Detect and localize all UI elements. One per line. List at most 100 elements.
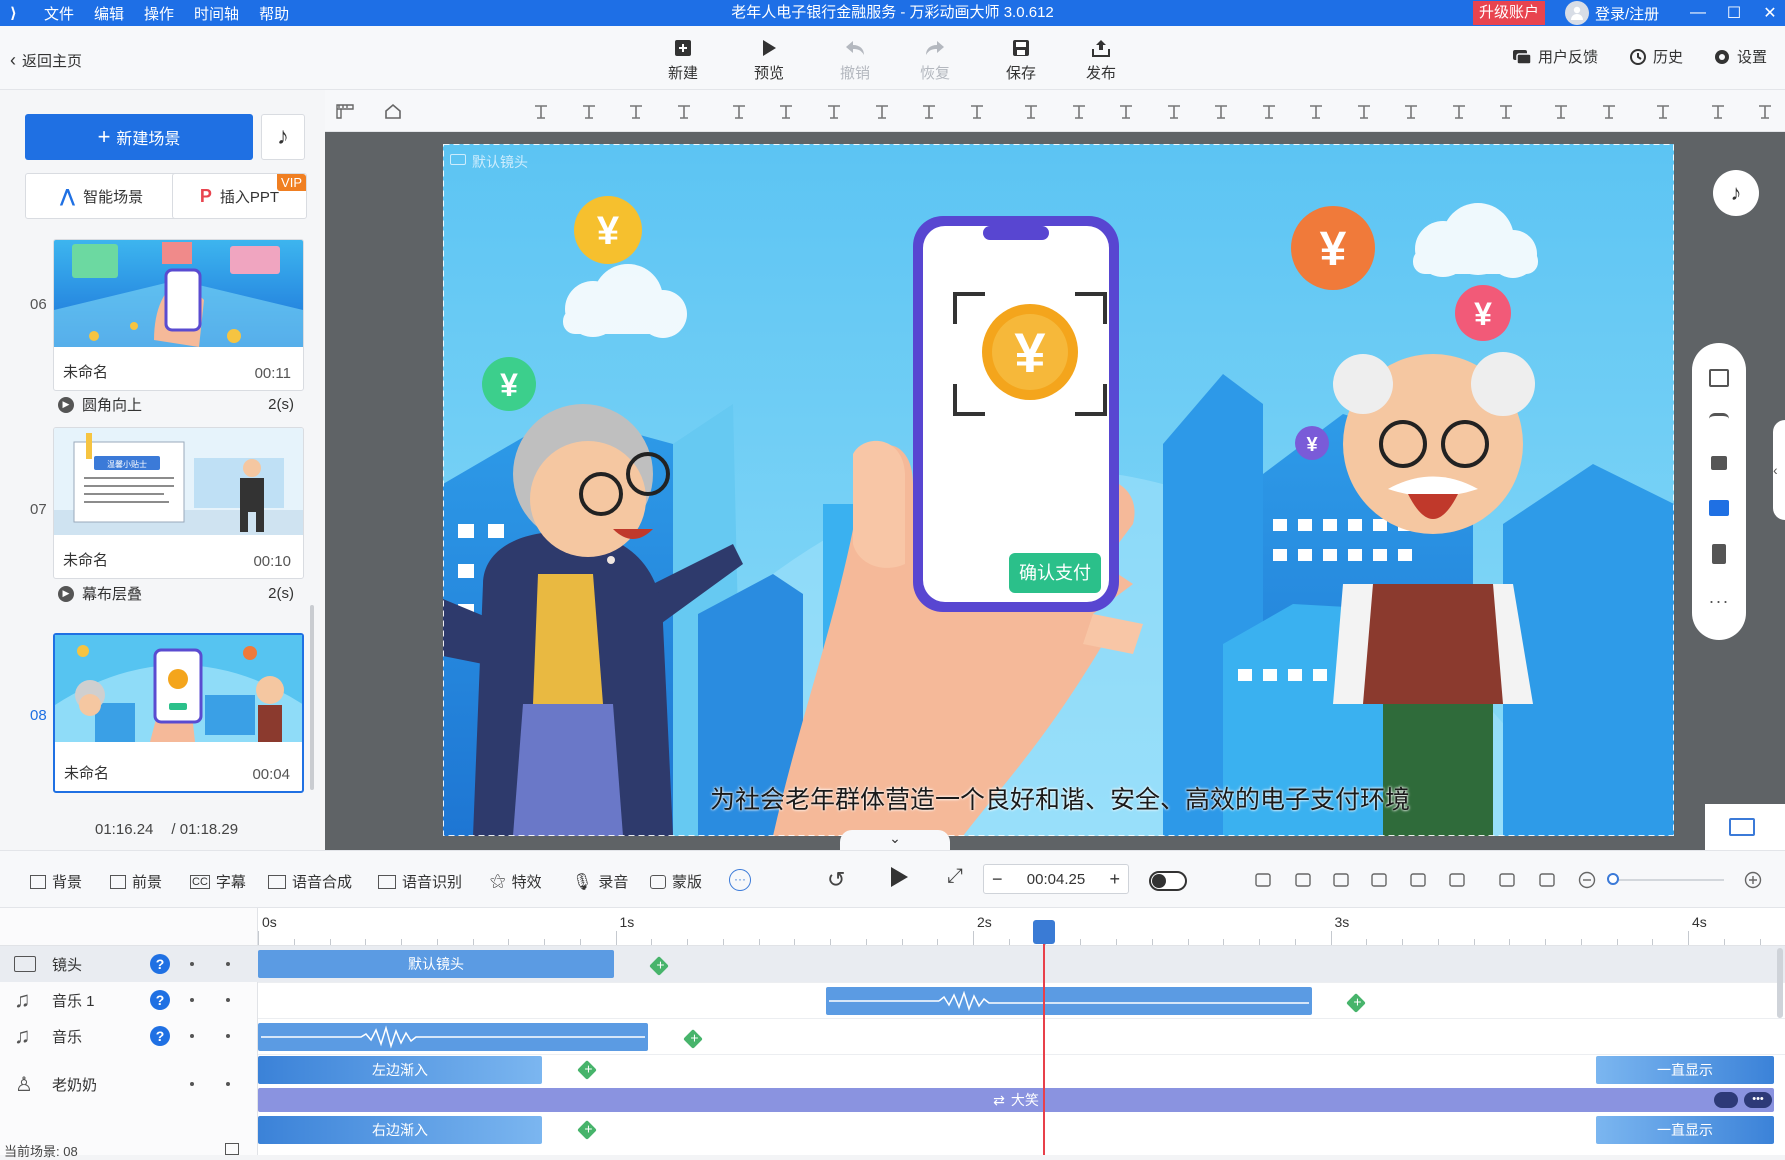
copy-icon[interactable] [1709, 104, 1727, 120]
subtitle-text[interactable]: 为社会老年群体营造一个良好和谐、安全、高效的电子支付环境 [700, 780, 1420, 816]
asr-button[interactable]: 语音识别 [378, 871, 462, 892]
confirm-pay-button[interactable]: 确认支付 [1009, 553, 1101, 593]
laugh-clip[interactable]: ⇄ 大笑 [258, 1088, 1774, 1112]
more-tools-icon[interactable]: ··· [729, 869, 751, 891]
delete-icon[interactable] [920, 104, 938, 120]
scene-info-icon[interactable] [225, 1143, 239, 1155]
play-button[interactable] [889, 866, 909, 888]
snapshot-icon[interactable] [1294, 871, 1312, 889]
new-button[interactable]: 新建 [655, 34, 711, 83]
scene-card-07[interactable]: 温馨小贴士 未命名 00:10 [53, 427, 304, 579]
undo-button[interactable]: 撤销 [827, 34, 883, 83]
close-icon[interactable]: ✕ [1750, 0, 1785, 26]
flip-v-icon[interactable] [777, 104, 795, 120]
record-button[interactable]: 🎙 录音 [572, 871, 628, 892]
preview-button[interactable]: 预览 [741, 34, 797, 83]
maximize-icon[interactable]: ☐ [1714, 0, 1754, 26]
scene-card-06[interactable]: 未命名 00:11 [53, 239, 304, 391]
add-keyframe-icon[interactable] [683, 1029, 703, 1049]
track-row-music1[interactable]: ♫ 音乐 1 ? [0, 982, 258, 1018]
comment-icon[interactable] [1714, 1092, 1738, 1108]
login-button[interactable]: 登录/注册 [1565, 0, 1659, 26]
zoom-in-icon[interactable] [1552, 104, 1570, 120]
upgrade-button[interactable]: 升级账户 [1473, 1, 1546, 25]
tts-button[interactable]: 语音合成 [268, 871, 352, 892]
background-button[interactable]: 背景 [30, 871, 82, 892]
align-top-icon[interactable] [580, 104, 598, 120]
always-show-clip[interactable]: 一直显示 [1596, 1056, 1774, 1084]
plus-icon[interactable]: + [1109, 869, 1120, 890]
menu-edit[interactable]: 编辑 [94, 3, 124, 24]
align-left-edge-icon[interactable] [1165, 104, 1183, 120]
track-dot[interactable] [226, 1034, 230, 1038]
history-link[interactable]: 历史 [1629, 46, 1683, 67]
help-icon[interactable]: ? [150, 990, 170, 1010]
lock-icon[interactable] [825, 104, 843, 120]
collapse-timeline-tab[interactable]: ⌄ [840, 830, 950, 850]
publish-button[interactable]: 发布 [1073, 34, 1129, 83]
insert-ppt-button[interactable]: P 插入PPT VIP [172, 173, 307, 219]
align-center-icon[interactable] [1117, 104, 1135, 120]
enter-left-clip[interactable]: 左边渐入 [258, 1056, 542, 1084]
fit-frame-icon[interactable] [1254, 871, 1272, 889]
settings-link[interactable]: 设置 [1713, 46, 1767, 67]
redo-button[interactable]: 恢复 [907, 34, 963, 83]
menu-operate[interactable]: 操作 [144, 3, 174, 24]
zoom-out-icon[interactable] [1600, 104, 1618, 120]
add-keyframe-icon[interactable] [577, 1060, 597, 1080]
home-icon[interactable] [383, 102, 403, 120]
caption-button[interactable]: CC 字幕 [190, 871, 246, 892]
settings-sliders-icon[interactable] [1448, 871, 1466, 889]
smart-scene-button[interactable]: ⋀ 智能场景 [25, 173, 178, 219]
edit-icon[interactable] [1332, 871, 1350, 889]
camera-clip[interactable]: 默认镜头 [258, 950, 614, 978]
align-top-edge-icon[interactable] [1402, 104, 1420, 120]
align-bottom-icon[interactable] [532, 104, 550, 120]
align-right-edge-icon[interactable] [1212, 104, 1230, 120]
feedback-link[interactable]: 用户反馈 [1512, 46, 1598, 67]
crop-icon[interactable] [968, 104, 986, 120]
center-h-icon[interactable] [1355, 104, 1373, 120]
new-scene-button[interactable]: + 新建场景 [25, 114, 253, 160]
scene-card-08[interactable]: 未命名 00:04 [53, 633, 304, 793]
foreground-button[interactable]: 前景 [110, 871, 162, 892]
minimap-toggle[interactable] [1705, 804, 1785, 850]
menu-help[interactable]: 帮助 [259, 3, 289, 24]
track-dot[interactable] [190, 962, 194, 966]
ratio-icon[interactable] [1538, 871, 1556, 889]
time-ruler[interactable]: 0s 1s 2s 3s 4s [258, 908, 1785, 946]
clip-more-icon[interactable]: ••• [1744, 1092, 1772, 1108]
always-show-clip-2[interactable]: 一直显示 [1596, 1116, 1774, 1144]
scene-music-button[interactable]: ♪ [261, 114, 305, 160]
music-clip[interactable] [258, 1023, 648, 1051]
screen-portrait-icon[interactable] [1712, 544, 1726, 564]
rotate-icon[interactable] [873, 104, 891, 120]
help-icon[interactable]: ? [150, 954, 170, 974]
ruler-icon[interactable] [335, 102, 355, 120]
back-home-link[interactable]: ‹ 返回主页 [10, 50, 82, 71]
split-icon[interactable] [1370, 871, 1388, 889]
track-dot[interactable] [226, 998, 230, 1002]
track-row-music[interactable]: ♫ 音乐 ? [0, 1018, 258, 1054]
track-dot[interactable] [190, 998, 194, 1002]
zoom-in-circle-icon[interactable] [1744, 871, 1762, 889]
fullscreen-icon[interactable]: ⤢ [947, 865, 963, 888]
scene-canvas[interactable]: ¥ ¥ ¥ ¥ ¥ ¥ [443, 144, 1674, 836]
track-row-camera[interactable]: 镜头 ? [0, 946, 258, 982]
minimize-icon[interactable]: — [1678, 0, 1718, 26]
playhead-line[interactable] [1043, 924, 1045, 1155]
mask-button[interactable]: 蒙版 [650, 871, 702, 892]
more-icon[interactable]: ··· [1708, 591, 1730, 612]
enter-right-clip[interactable]: 右边渐入 [258, 1116, 542, 1144]
scene-list-scrollbar[interactable] [310, 605, 314, 790]
collapse-panel-tab[interactable]: ‹ [1773, 420, 1785, 520]
align-bottom-edge-icon[interactable] [1450, 104, 1468, 120]
playhead-handle[interactable] [1033, 920, 1055, 944]
fit-screen-icon[interactable] [1709, 369, 1729, 387]
center-v-icon[interactable] [1497, 104, 1515, 120]
track-row-grandma[interactable]: ♙ 老奶奶 [0, 1054, 258, 1114]
align-right-icon[interactable] [1307, 104, 1325, 120]
track-dot[interactable] [190, 1082, 194, 1086]
distribute-h-icon[interactable] [1022, 104, 1040, 120]
rotate-icon[interactable] [1709, 413, 1729, 429]
